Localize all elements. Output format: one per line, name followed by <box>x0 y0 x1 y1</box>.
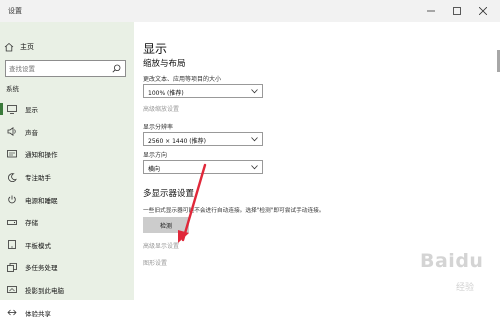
maximize-icon <box>453 7 461 15</box>
search-box[interactable] <box>5 60 126 77</box>
orientation-dropdown[interactable]: 横向 <box>143 160 263 174</box>
search-input[interactable] <box>9 63 107 74</box>
sidebar-item-label: 专注助手 <box>25 174 51 183</box>
notification-icon <box>7 150 17 158</box>
sidebar-item-notifications[interactable]: 通知和操作 <box>0 143 134 166</box>
scale-layout-heading: 缩放与布局 <box>143 59 186 69</box>
sidebar-item-multitasking[interactable]: 多任务处理 <box>0 256 134 279</box>
page-title: 显示 <box>143 42 168 56</box>
resolution-dropdown[interactable]: 2560 × 1440 (推荐) <box>143 132 263 146</box>
scale-label: 更改文本、应用等项目的大小 <box>143 76 222 83</box>
project-icon <box>7 285 17 293</box>
sidebar-item-label: 体验共享 <box>25 309 51 318</box>
scale-value: 100% (推荐) <box>148 89 184 97</box>
active-indicator <box>0 103 3 115</box>
sidebar-item-label: 通知和操作 <box>25 151 58 160</box>
home-icon <box>4 42 14 52</box>
search-icon[interactable] <box>112 64 121 73</box>
close-button[interactable] <box>470 2 496 20</box>
sidebar: 主页 系统 显示 声音 通知和操作 <box>0 22 134 318</box>
multitask-icon <box>7 263 17 272</box>
tablet-icon <box>8 240 16 250</box>
sidebar-item-project-to-pc[interactable]: 投影到此电脑 <box>0 279 134 302</box>
close-icon <box>479 7 487 15</box>
multi-display-description: 一些旧式显示器可能不会进行自动连接。选择"检测"即可尝试手动连接。 <box>143 208 325 214</box>
sidebar-item-sound[interactable]: 声音 <box>0 121 134 144</box>
watermark-brand: Baidu <box>420 250 484 272</box>
orientation-label: 显示方向 <box>143 152 168 159</box>
orientation-value: 横向 <box>148 165 161 173</box>
sidebar-item-label: 显示 <box>25 106 38 115</box>
sidebar-item-label: 投影到此电脑 <box>25 287 64 296</box>
sidebar-item-label: 多任务处理 <box>25 264 58 273</box>
home-label: 主页 <box>20 43 34 51</box>
window-title: 设置 <box>8 7 22 15</box>
power-icon <box>8 195 16 204</box>
baidu-watermark: Baidu 经验 <box>420 250 496 296</box>
sidebar-item-label: 声音 <box>25 128 38 137</box>
minimize-button[interactable] <box>418 2 444 20</box>
sidebar-item-label: 平板模式 <box>25 241 51 250</box>
title-bar: 设置 <box>0 0 500 22</box>
monitor-icon <box>7 104 17 114</box>
scale-dropdown[interactable]: 100% (推荐) <box>143 84 263 98</box>
sidebar-item-focus-assist[interactable]: 专注助手 <box>0 166 134 189</box>
sidebar-item-power-sleep[interactable]: 电源和睡眠 <box>0 188 134 211</box>
maximize-button[interactable] <box>444 2 470 20</box>
watermark-sub: 经验 <box>456 283 475 293</box>
moon-icon <box>8 172 17 182</box>
sidebar-item-label: 存储 <box>25 219 38 228</box>
chevron-down-icon <box>251 137 258 142</box>
minimize-icon <box>427 10 435 12</box>
sidebar-item-label: 电源和睡眠 <box>25 196 58 205</box>
sidebar-item-display[interactable]: 显示 <box>0 98 134 121</box>
advanced-scaling-link[interactable]: 高级缩放设置 <box>143 104 179 113</box>
sidebar-item-tablet-mode[interactable]: 平板模式 <box>0 234 134 257</box>
sidebar-nav: 显示 声音 通知和操作 专注助手 电源和睡眠 存储 平板模式 多任务处理 投影到… <box>0 98 134 324</box>
sidebar-item-storage[interactable]: 存储 <box>0 211 134 234</box>
advanced-display-link[interactable]: 高级显示设置 <box>143 241 179 250</box>
speaker-icon <box>7 127 16 137</box>
chevron-down-icon <box>251 89 258 94</box>
settings-window: 设置 主页 系统 <box>0 0 500 318</box>
graphics-settings-link[interactable]: 图形设置 <box>143 258 167 267</box>
detect-button[interactable]: 检测 <box>143 217 189 233</box>
storage-icon <box>7 219 17 225</box>
section-label: 系统 <box>6 85 19 93</box>
resolution-value: 2560 × 1440 (推荐) <box>148 137 206 145</box>
sidebar-item-shared-experiences[interactable]: 体验共享 <box>0 301 134 324</box>
resolution-label: 显示分辨率 <box>143 124 174 131</box>
home-link[interactable]: 主页 <box>4 38 124 56</box>
multi-display-heading: 多显示器设置 <box>143 189 195 199</box>
chevron-down-icon <box>251 165 258 170</box>
share-icon <box>7 309 17 316</box>
